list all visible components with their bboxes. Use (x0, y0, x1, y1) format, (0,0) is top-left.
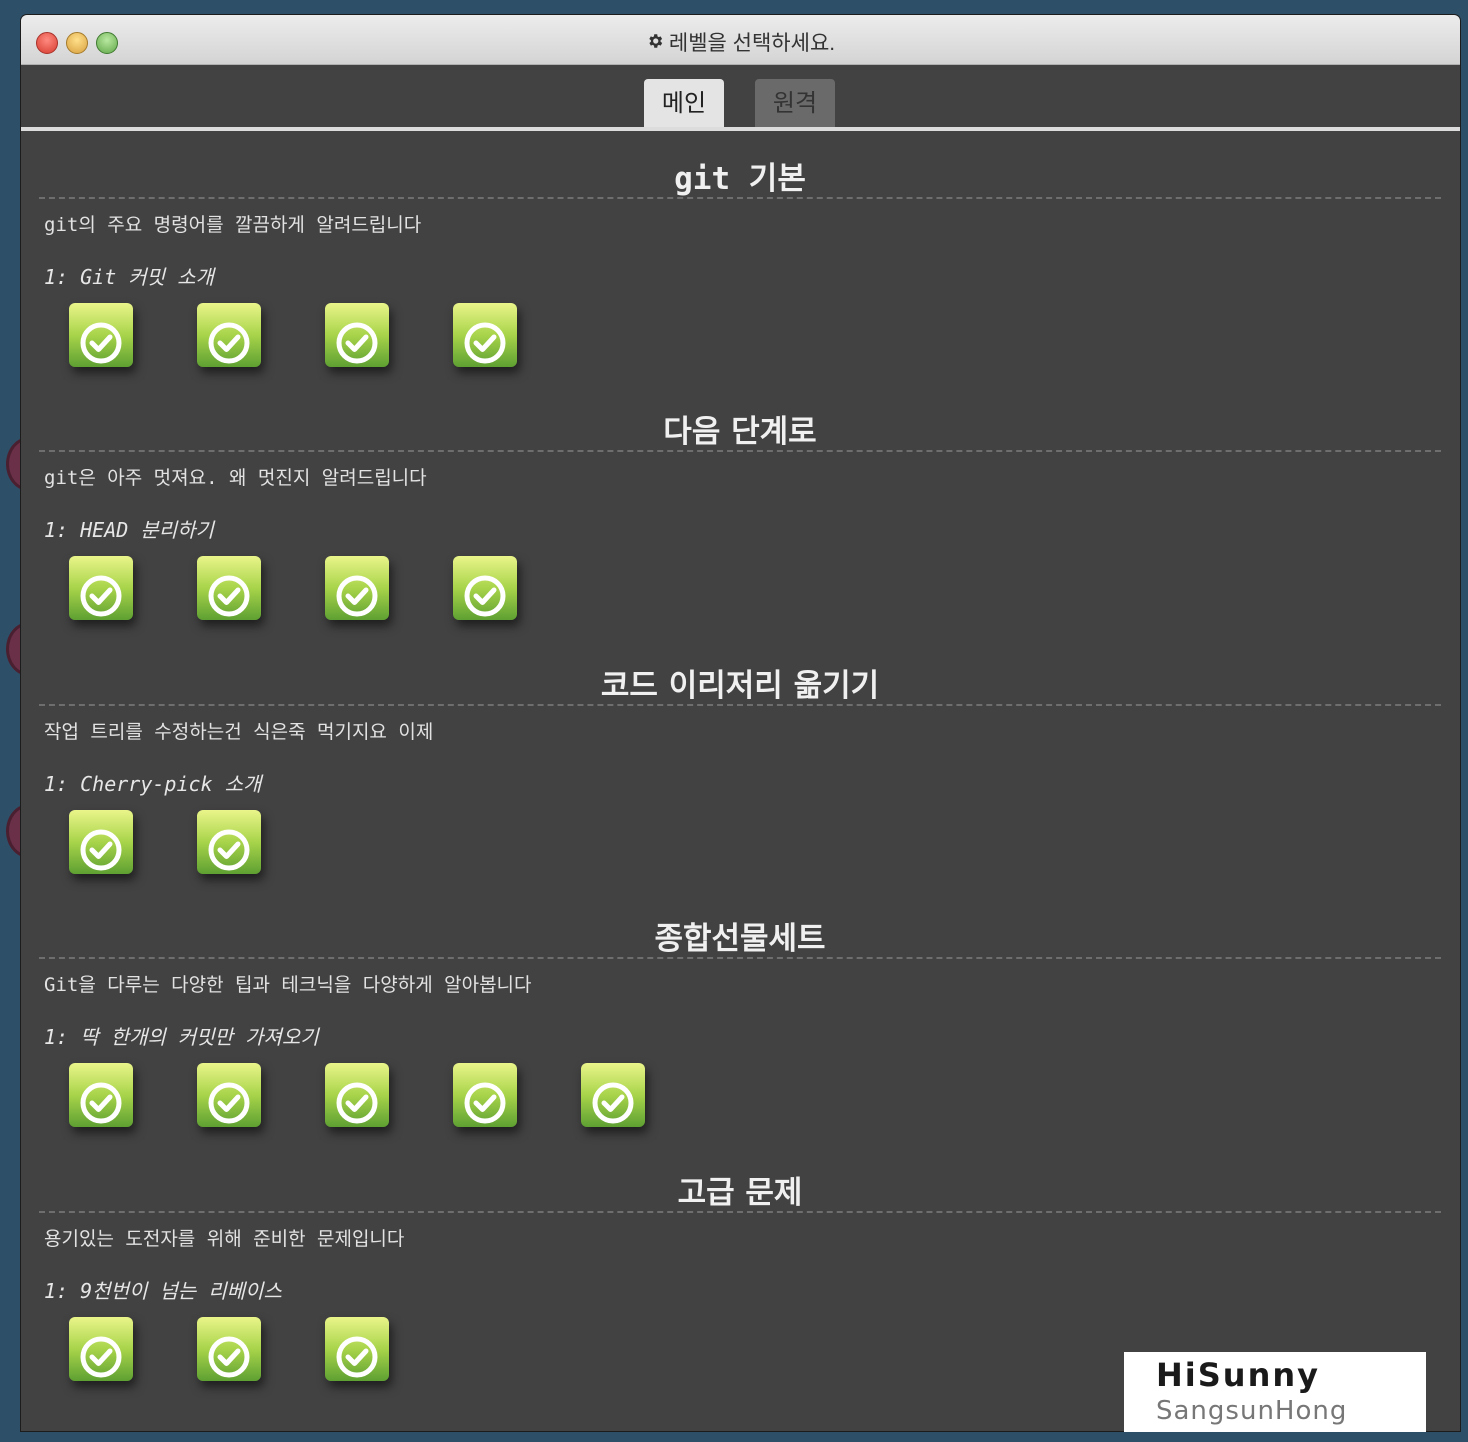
check-circle-icon (208, 1082, 250, 1124)
check-circle-icon (80, 322, 122, 364)
level-button[interactable] (325, 556, 389, 620)
level-button[interactable] (581, 1063, 645, 1127)
check-circle-icon (208, 322, 250, 364)
level-button[interactable] (197, 1317, 261, 1381)
check-circle-icon (336, 322, 378, 364)
tab-main[interactable]: 메인 (644, 79, 724, 127)
tab-underline (21, 127, 1460, 131)
level-button[interactable] (453, 303, 517, 367)
level-button[interactable] (453, 556, 517, 620)
check-circle-icon (336, 1082, 378, 1124)
section-description: 작업 트리를 수정하는건 식은죽 먹기지요 이제 (44, 721, 434, 743)
title-bar: 레벨을 선택하세요. (21, 15, 1460, 65)
level-button[interactable] (69, 810, 133, 874)
section-title: 고급 문제 (677, 1175, 803, 1211)
first-level-name: 1: HEAD 분리하기 (44, 518, 214, 542)
section-divider (39, 957, 1441, 959)
tab-bar: 메인 원격 (21, 79, 1460, 127)
section-divider (39, 1211, 1441, 1213)
check-circle-icon (80, 575, 122, 617)
check-circle-icon (336, 575, 378, 617)
check-circle-icon (80, 829, 122, 871)
section-title: 코드 이리저리 옮기기 (600, 668, 880, 704)
check-circle-icon (336, 1336, 378, 1378)
tab-remote[interactable]: 원격 (755, 79, 835, 127)
section-divider (39, 197, 1441, 199)
level-button[interactable] (197, 556, 261, 620)
level-button[interactable] (325, 1317, 389, 1381)
check-circle-icon (464, 575, 506, 617)
check-circle-icon (592, 1082, 634, 1124)
section-title: git 기본 (674, 161, 806, 197)
watermark-line2: SangsunHong (1156, 1396, 1348, 1426)
first-level-name: 1: Git 커밋 소개 (44, 265, 214, 289)
window-title-text: 레벨을 선택하세요. (668, 32, 836, 55)
check-circle-icon (208, 575, 250, 617)
level-select-window: 레벨을 선택하세요. 메인 원격 git 기본 git의 주요 명령어를 깔끔하게… (21, 15, 1460, 1431)
level-button[interactable] (325, 1063, 389, 1127)
section-title: 다음 단계로 (663, 414, 817, 450)
check-circle-icon (80, 1082, 122, 1124)
section-divider (39, 450, 1441, 452)
level-button[interactable] (69, 1317, 133, 1381)
section-divider (39, 704, 1441, 706)
level-button[interactable] (69, 1063, 133, 1127)
level-section: git 기본 git의 주요 명령어를 깔끔하게 알려드립니다 1: Git 커밋 … (39, 153, 1441, 393)
check-circle-icon (464, 1082, 506, 1124)
check-circle-icon (208, 829, 250, 871)
level-section: 코드 이리저리 옮기기작업 트리를 수정하는건 식은죽 먹기지요 이제 1: Ch… (39, 660, 1441, 900)
check-circle-icon (208, 1336, 250, 1378)
window-title: 레벨을 선택하세요. (21, 27, 1460, 57)
watermark: HiSunny SangsunHong (1124, 1352, 1426, 1432)
level-section: 종합선물세트 Git을 다루는 다양한 팁과 테크닉을 다양하게 알아봅니다 1: … (39, 913, 1441, 1153)
first-level-name: 1: 딱 한개의 커밋만 가져오기 (44, 1025, 319, 1049)
level-button[interactable] (197, 1063, 261, 1127)
check-circle-icon (80, 1336, 122, 1378)
section-description: 용기있는 도전자를 위해 준비한 문제입니다 (44, 1228, 405, 1250)
level-button[interactable] (453, 1063, 517, 1127)
level-button[interactable] (197, 303, 261, 367)
level-section: 다음 단계로 git은 아주 멋져요. 왜 멋진지 알려드립니다 1: HEAD 분… (39, 406, 1441, 646)
first-level-name: 1: Cherry-pick 소개 (44, 772, 262, 796)
level-button[interactable] (69, 303, 133, 367)
level-button[interactable] (325, 303, 389, 367)
first-level-name: 1: 9천번이 넘는 리베이스 (44, 1279, 282, 1303)
section-description: git은 아주 멋져요. 왜 멋진지 알려드립니다 (44, 467, 427, 489)
level-button[interactable] (197, 810, 261, 874)
check-circle-icon (464, 322, 506, 364)
section-title: 종합선물세트 (654, 921, 826, 957)
gear-icon (646, 32, 664, 56)
section-description: Git을 다루는 다양한 팁과 테크닉을 다양하게 알아봅니다 (44, 974, 532, 996)
watermark-line1: HiSunny (1156, 1356, 1320, 1394)
section-description: git의 주요 명령어를 깔끔하게 알려드립니다 (44, 214, 422, 236)
level-button[interactable] (69, 556, 133, 620)
